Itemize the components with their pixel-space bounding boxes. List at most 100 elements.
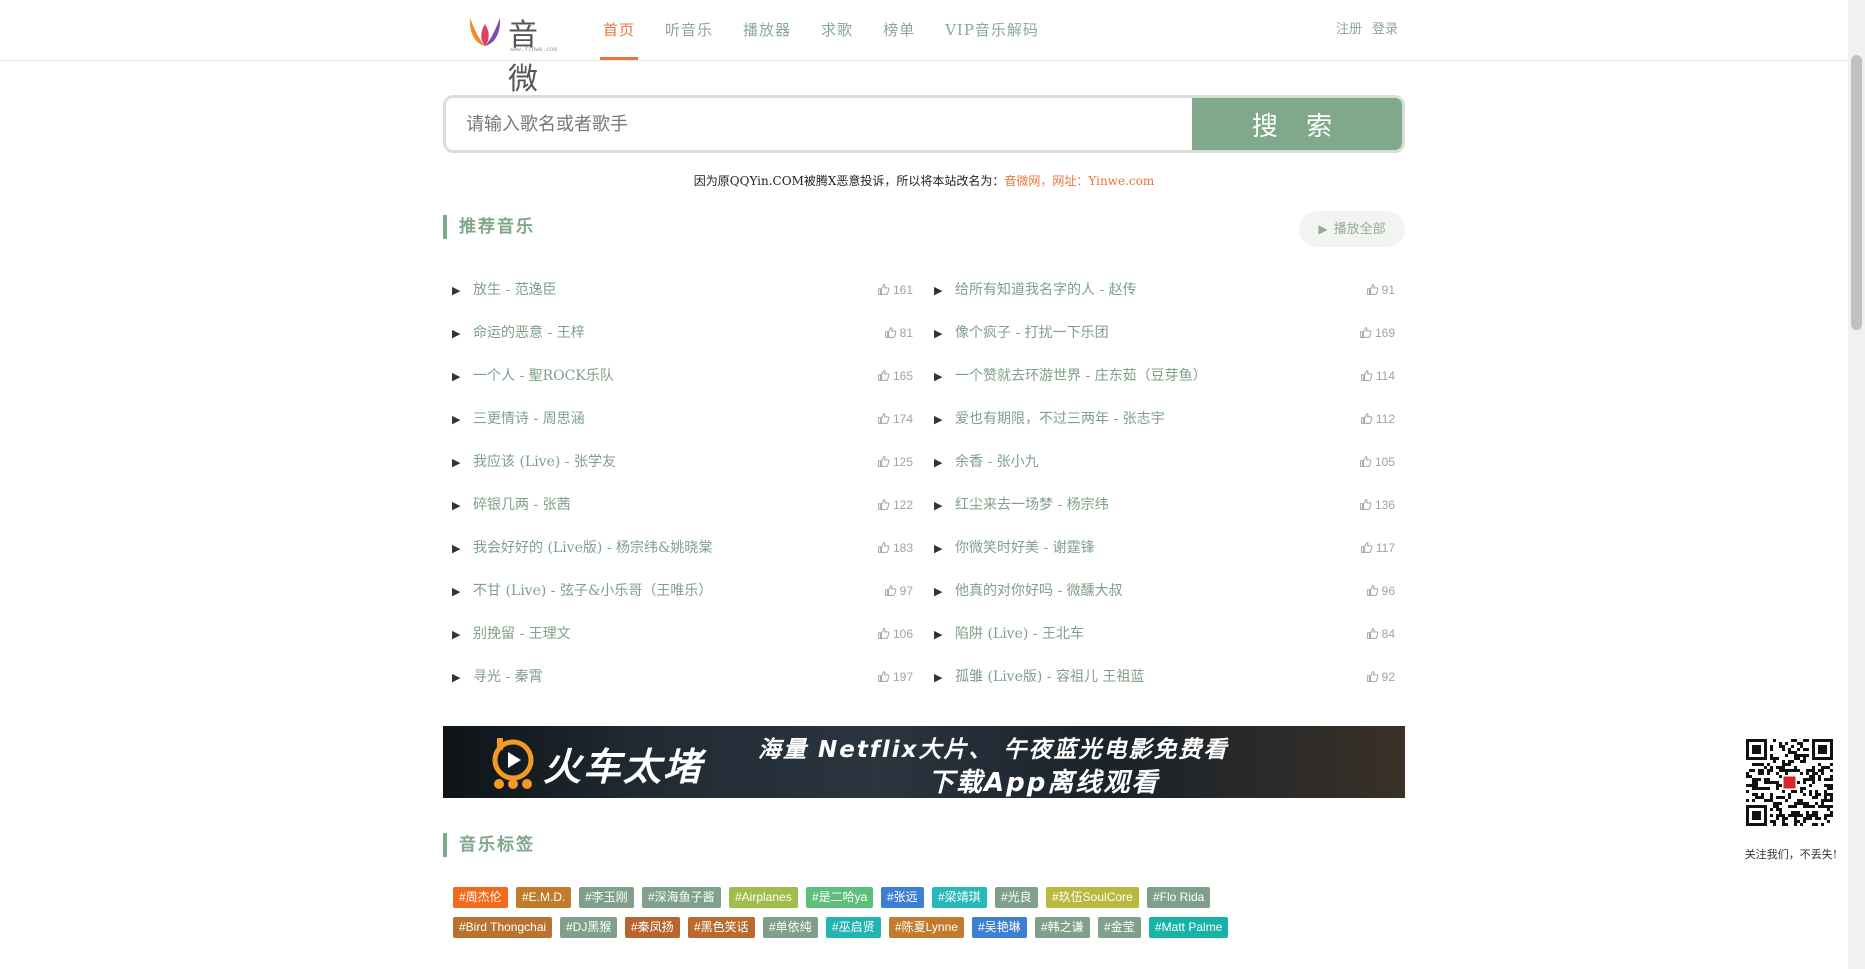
song-likes[interactable]: 84 bbox=[1366, 613, 1395, 656]
search-button[interactable]: 搜 索 bbox=[1192, 98, 1402, 150]
music-tag[interactable]: #Bird Thongchai bbox=[453, 917, 553, 938]
nav-listen[interactable]: 听音乐 bbox=[650, 0, 728, 60]
thumbs-up-icon bbox=[1366, 284, 1378, 295]
song-item[interactable]: ▶ 你微笑时好美 - 谢霆锋 117 bbox=[925, 527, 1395, 570]
register-link[interactable]: 注册 bbox=[1336, 0, 1362, 60]
music-tag[interactable]: #巫启贤 bbox=[826, 917, 881, 938]
song-likes[interactable]: 92 bbox=[1366, 656, 1395, 699]
song-item[interactable]: ▶ 我会好好的 (Live版) - 杨宗纬&姚晓棠 183 bbox=[443, 527, 913, 570]
song-item[interactable]: ▶ 不甘 (Live) - 弦子&小乐哥（王唯乐） 97 bbox=[443, 570, 913, 613]
like-count: 165 bbox=[892, 369, 913, 383]
song-item[interactable]: ▶ 别挽留 - 王理文 106 bbox=[443, 613, 913, 656]
song-item[interactable]: ▶ 三更情诗 - 周思涵 174 bbox=[443, 398, 913, 441]
music-tag[interactable]: #光良 bbox=[995, 887, 1038, 908]
music-tag[interactable]: #周杰伦 bbox=[453, 887, 508, 908]
song-item[interactable]: ▶ 一个人 - 聖ROCK乐队 165 bbox=[443, 355, 913, 398]
song-likes[interactable]: 96 bbox=[1366, 570, 1395, 613]
song-likes[interactable]: 105 bbox=[1359, 441, 1395, 484]
song-title: 陷阱 (Live) - 王北车 bbox=[955, 626, 1084, 642]
music-tag[interactable]: #秦凤扬 bbox=[625, 917, 680, 938]
music-tag[interactable]: #金莹 bbox=[1098, 917, 1141, 938]
search-input[interactable] bbox=[446, 98, 1192, 150]
song-likes[interactable]: 169 bbox=[1359, 312, 1395, 355]
song-item[interactable]: ▶ 放生 - 范逸臣 161 bbox=[443, 269, 913, 312]
song-item[interactable]: ▶ 爱也有期限，不过三两年 - 张志宇 112 bbox=[925, 398, 1395, 441]
song-likes[interactable]: 106 bbox=[877, 613, 913, 656]
nav-vip-decode[interactable]: VIP音乐解码 bbox=[930, 0, 1054, 60]
song-item[interactable]: ▶ 像个疯子 - 打扰一下乐团 169 bbox=[925, 312, 1395, 355]
thumbs-up-icon bbox=[1360, 370, 1373, 381]
thumbs-up-icon bbox=[884, 585, 896, 596]
song-likes[interactable]: 165 bbox=[877, 355, 913, 398]
song-item[interactable]: ▶ 孤雏 (Live版) - 容祖儿 王祖蓝 92 bbox=[925, 656, 1395, 699]
play-icon: ▶ bbox=[934, 628, 943, 641]
song-item[interactable]: ▶ 我应该 (Live) - 张学友 125 bbox=[443, 441, 913, 484]
music-tag[interactable]: #张远 bbox=[881, 887, 924, 908]
music-tag[interactable]: #是二哈ya bbox=[806, 887, 874, 908]
play-icon: ▶ bbox=[934, 413, 943, 426]
nav-charts[interactable]: 榜单 bbox=[868, 0, 930, 60]
music-tag[interactable]: #吴艳琳 bbox=[972, 917, 1027, 938]
song-likes[interactable]: 136 bbox=[1359, 484, 1395, 527]
song-likes[interactable]: 161 bbox=[877, 269, 913, 312]
song-item[interactable]: ▶ 给所有知道我名字的人 - 赵传 91 bbox=[925, 269, 1395, 312]
scrollbar-thumb[interactable] bbox=[1851, 55, 1862, 330]
song-title: 三更情诗 - 周思涵 bbox=[473, 411, 585, 427]
music-tag[interactable]: #梁靖琪 bbox=[932, 887, 987, 908]
like-count: 122 bbox=[892, 498, 913, 512]
nav-request[interactable]: 求歌 bbox=[806, 0, 868, 60]
music-tag[interactable]: #韩之谦 bbox=[1035, 917, 1090, 938]
song-likes[interactable]: 125 bbox=[877, 441, 913, 484]
song-item[interactable]: ▶ 命运的恶意 - 王梓 81 bbox=[443, 312, 913, 355]
song-likes[interactable]: 97 bbox=[884, 570, 913, 613]
music-tag[interactable]: #Matt Palme bbox=[1149, 917, 1229, 938]
song-likes[interactable]: 91 bbox=[1366, 269, 1395, 312]
song-likes[interactable]: 112 bbox=[1360, 398, 1395, 441]
music-tag[interactable]: #深海鱼子酱 bbox=[642, 887, 721, 908]
music-tag[interactable]: #单依纯 bbox=[763, 917, 818, 938]
song-likes[interactable]: 122 bbox=[877, 484, 913, 527]
song-item[interactable]: ▶ 他真的对你好吗 - 微醺大叔 96 bbox=[925, 570, 1395, 613]
play-all-button[interactable]: ▶ 播放全部 bbox=[1299, 211, 1405, 247]
song-item[interactable]: ▶ 一个赞就去环游世界 - 庄东茹（豆芽鱼） 114 bbox=[925, 355, 1395, 398]
thumbs-up-icon bbox=[1360, 413, 1373, 424]
song-likes[interactable]: 117 bbox=[1360, 527, 1395, 570]
music-tag[interactable]: #陈夏Lynne bbox=[889, 917, 964, 938]
music-tag[interactable]: #黑色笑话 bbox=[688, 917, 755, 938]
thumbs-up-icon bbox=[1360, 542, 1373, 553]
song-likes[interactable]: 197 bbox=[877, 656, 913, 699]
music-tag[interactable]: #E.M.D. bbox=[516, 887, 572, 908]
like-count: 81 bbox=[899, 326, 913, 340]
song-title: 他真的对你好吗 - 微醺大叔 bbox=[955, 583, 1123, 599]
like-count: 174 bbox=[892, 412, 913, 426]
song-item[interactable]: ▶ 陷阱 (Live) - 王北车 84 bbox=[925, 613, 1395, 656]
song-item[interactable]: ▶ 碎银几两 - 张茜 122 bbox=[443, 484, 913, 527]
song-item[interactable]: ▶ 余香 - 张小九 105 bbox=[925, 441, 1395, 484]
song-item[interactable]: ▶ 寻光 - 秦霄 197 bbox=[443, 656, 913, 699]
music-tag[interactable]: #DJ黑猴 bbox=[560, 917, 618, 938]
nav-player[interactable]: 播放器 bbox=[728, 0, 806, 60]
ad-banner[interactable]: 火车太堵 海量 Netflix大片、 午夜蓝光电影免费看 下载App离线观看 bbox=[443, 726, 1405, 798]
thumbs-up-icon bbox=[1360, 327, 1372, 338]
song-likes[interactable]: 183 bbox=[877, 527, 913, 570]
page-scrollbar[interactable] bbox=[1848, 0, 1865, 969]
site-logo[interactable]: 音微 www.Yinwe.com bbox=[468, 10, 568, 97]
play-all-label: 播放全部 bbox=[1333, 222, 1386, 237]
nav-home[interactable]: 首页 bbox=[588, 0, 650, 60]
song-item[interactable]: ▶ 红尘来去一场梦 - 杨宗纬 136 bbox=[925, 484, 1395, 527]
music-tag[interactable]: #Flo Rida bbox=[1147, 887, 1211, 908]
song-likes[interactable]: 174 bbox=[877, 398, 913, 441]
logo-text: 音微 bbox=[508, 18, 540, 97]
music-tag[interactable]: #李玉刚 bbox=[579, 887, 634, 908]
thumbs-up-icon bbox=[1360, 456, 1372, 467]
music-tag[interactable]: #玖伍SoulCore bbox=[1046, 887, 1139, 908]
login-link[interactable]: 登录 bbox=[1372, 0, 1398, 60]
music-tag[interactable]: #Airplanes bbox=[729, 887, 798, 908]
play-icon: ▶ bbox=[452, 327, 461, 340]
song-likes[interactable]: 81 bbox=[884, 312, 913, 355]
like-count: 106 bbox=[892, 627, 913, 641]
song-likes[interactable]: 114 bbox=[1360, 355, 1395, 398]
qr-caption: 关注我们，不丢失! bbox=[1744, 848, 1838, 861]
song-title: 不甘 (Live) - 弦子&小乐哥（王唯乐） bbox=[473, 583, 713, 599]
thumbs-up-icon bbox=[878, 370, 890, 381]
